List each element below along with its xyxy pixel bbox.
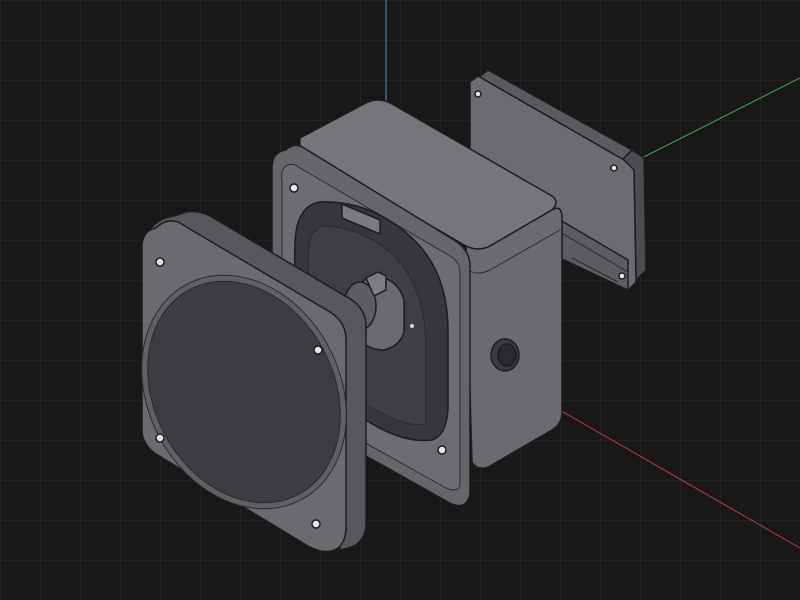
flange-screw-hole bbox=[313, 345, 323, 355]
housing-screw-hole bbox=[437, 445, 447, 455]
plate-screw-hole bbox=[618, 272, 626, 280]
plate-screw-hole bbox=[474, 90, 482, 98]
plate-screw-hole bbox=[610, 164, 618, 172]
model-scene[interactable] bbox=[0, 0, 800, 600]
flange-screw-hole bbox=[155, 433, 165, 443]
cad-3d-viewport[interactable] bbox=[0, 0, 800, 600]
housing-screw-hole bbox=[289, 183, 299, 193]
flange-screw-hole bbox=[155, 257, 165, 267]
flange-screw-hole bbox=[311, 519, 321, 529]
